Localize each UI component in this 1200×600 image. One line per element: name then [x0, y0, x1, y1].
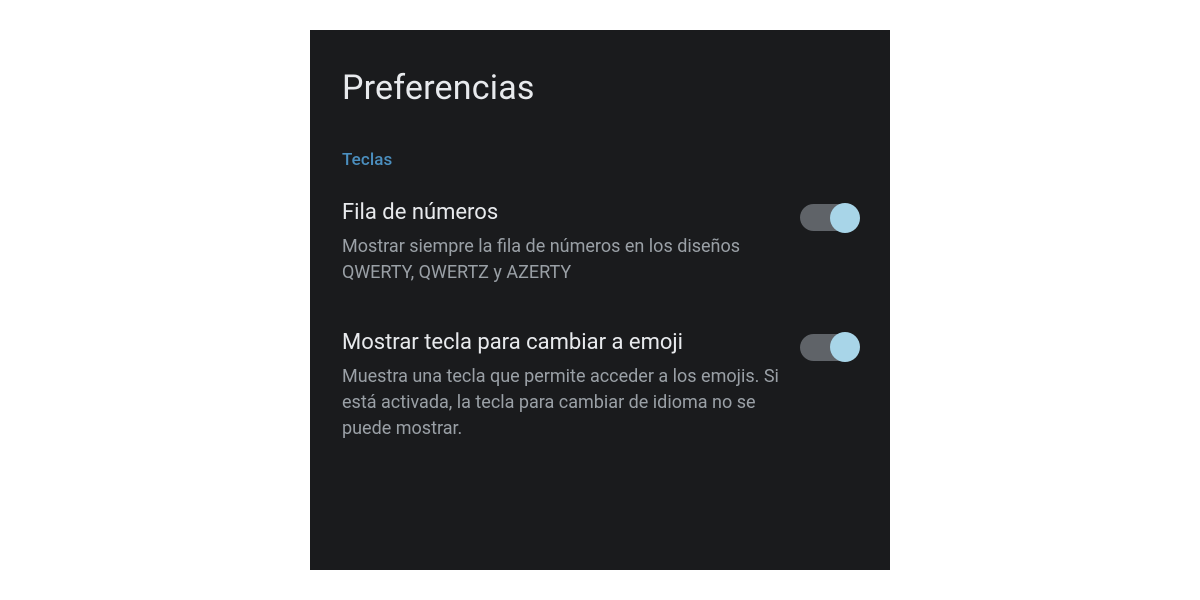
page-title: Preferencias [342, 68, 858, 108]
setting-row-number-row[interactable]: Fila de números Mostrar siempre la fila … [342, 198, 858, 286]
setting-row-emoji-key[interactable]: Mostrar tecla para cambiar a emoji Muest… [342, 328, 858, 442]
toggle-emoji-key[interactable] [800, 334, 858, 361]
toggle-number-row[interactable] [800, 204, 858, 231]
setting-description: Mostrar siempre la fila de números en lo… [342, 234, 780, 286]
setting-text: Fila de números Mostrar siempre la fila … [342, 198, 780, 286]
setting-description: Muestra una tecla que permite acceder a … [342, 364, 780, 442]
toggle-knob [830, 332, 860, 362]
preferences-panel: Preferencias Teclas Fila de números Most… [310, 30, 890, 570]
setting-title: Fila de números [342, 198, 780, 228]
setting-text: Mostrar tecla para cambiar a emoji Muest… [342, 328, 780, 442]
section-header-teclas: Teclas [342, 150, 858, 170]
setting-title: Mostrar tecla para cambiar a emoji [342, 328, 780, 358]
toggle-knob [830, 203, 860, 233]
toggle-wrapper [800, 198, 858, 231]
toggle-wrapper [800, 328, 858, 361]
